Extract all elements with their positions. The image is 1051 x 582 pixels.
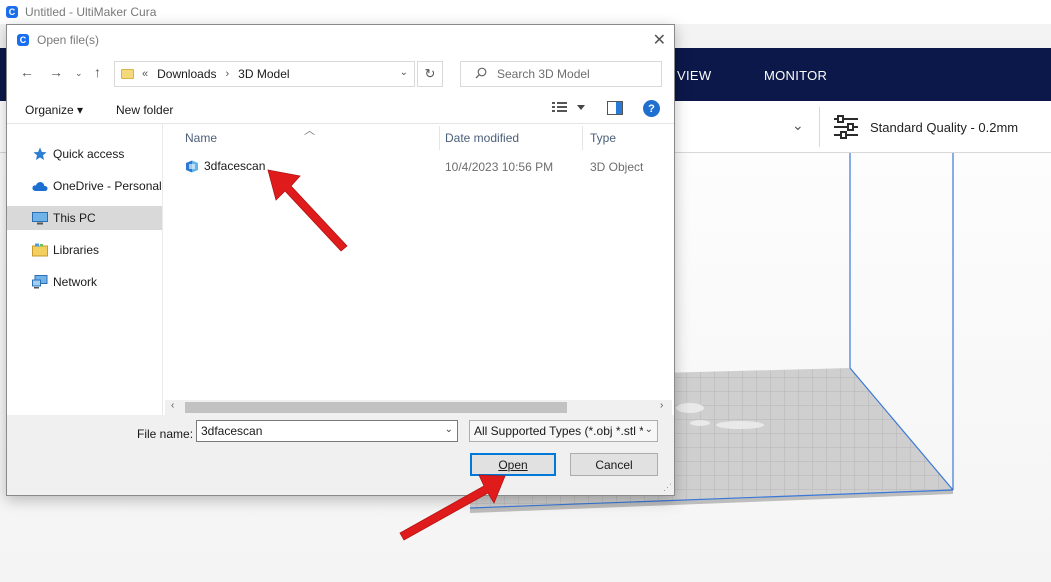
file-name-field[interactable]: 3dfacescan ⌄ [196,420,458,442]
close-icon[interactable]: ✕ [653,30,666,50]
cancel-button[interactable]: Cancel [570,453,658,476]
file-name-cell: 3dfacescan [185,159,265,173]
open-button-label: Open [498,457,528,472]
help-icon[interactable]: ? [643,100,660,117]
sidebar-item-label: Libraries [53,243,100,257]
app-window-title: Untitled - UltiMaker Cura [25,5,157,19]
dialog-footer: File name: 3dfacescan ⌄ All Supported Ty… [7,415,674,495]
breadcrumb-overflow[interactable]: « [142,68,148,80]
file-row[interactable]: 3dfacescan 10/4/2023 10:56 PM 3D Object [165,156,672,176]
column-header-name[interactable]: Name [185,131,217,145]
file-name-label: File name: [137,427,194,441]
computer-icon [32,211,48,225]
sidebar-item-label: This PC [53,211,96,225]
open-file-dialog: C Open file(s) ✕ ← → ⌄ ↑ « Downloads › 3… [6,24,675,496]
column-divider[interactable] [582,126,583,150]
refresh-button[interactable]: ↻ [417,61,443,87]
column-header-date[interactable]: Date modified [445,131,519,145]
file-type-dropdown-icon[interactable]: ⌄ [642,424,653,435]
cura-logo-icon: C [6,6,18,18]
dialog-title: Open file(s) [37,32,100,47]
sidebar-item-libraries[interactable]: Libraries [7,238,162,262]
printer-dropdown-chevron-icon[interactable]: ⌄ [792,117,804,134]
scroll-right-arrow-icon[interactable]: › [660,400,663,411]
sidebar-item-label: Quick access [53,147,125,161]
recent-locations-chevron-icon[interactable]: ⌄ [75,68,83,79]
scroll-left-arrow-icon[interactable]: ‹ [171,400,174,411]
folder-icon [121,69,134,79]
address-row: ← → ⌄ ↑ « Downloads › 3D Model ⌄ ↻ Searc… [7,54,674,94]
libraries-icon [32,243,48,257]
scrollbar-thumb[interactable] [185,402,567,413]
breadcrumb-separator[interactable]: › [226,68,230,80]
file-name: 3dfacescan [204,159,266,173]
dialog-titlebar[interactable]: C Open file(s) ✕ [7,25,674,54]
address-bar[interactable]: « Downloads › 3D Model ⌄ [114,61,415,87]
address-dropdown-icon[interactable]: ⌄ [400,67,408,78]
column-header-type[interactable]: Type [590,131,616,145]
navigation-pane: Quick access OneDrive - Personal This PC… [7,124,163,415]
new-folder-button[interactable]: New folder [116,103,173,117]
breadcrumb-3d-model[interactable]: 3D Model [238,67,289,81]
file-name-value: 3dfacescan [201,424,263,438]
print-quality-label[interactable]: Standard Quality - 0.2mm [870,120,1018,135]
organize-menu-button[interactable]: Organize ▾ [25,103,83,117]
search-icon [475,67,487,82]
sort-ascending-icon: ︿ [304,125,315,137]
sidebar-item-network[interactable]: Network [7,270,162,294]
file-list: ︿ Name Date modified Type 3dfacescan 10/… [165,124,672,400]
file-type-value: All Supported Types (*.obj *.stl * [474,424,644,438]
sidebar-item-label: OneDrive - Personal [53,179,162,193]
preview-pane-icon[interactable] [607,101,623,118]
cura-logo-icon: C [17,33,29,46]
sidebar-item-onedrive[interactable]: OneDrive - Personal [7,174,162,198]
file-type: 3D Object [590,160,644,174]
cancel-button-label: Cancel [595,457,633,472]
tab-monitor[interactable]: MONITOR [764,68,827,83]
breadcrumb-downloads[interactable]: Downloads [157,67,216,81]
search-placeholder: Search 3D Model [497,67,590,81]
view-options-icon[interactable] [552,100,588,117]
network-icon [32,275,48,289]
tab-preview[interactable]: VIEW [677,68,711,83]
search-input[interactable]: Search 3D Model [460,61,662,87]
forward-arrow-icon[interactable]: → [49,64,63,80]
refresh-icon: ↻ [424,66,436,81]
sidebar-item-quick-access[interactable]: Quick access [7,142,162,166]
file-name-dropdown-icon[interactable]: ⌄ [445,424,453,435]
print-settings-sliders-icon[interactable] [833,115,859,142]
horizontal-scrollbar[interactable]: ‹ › [165,400,672,415]
star-icon [32,147,48,161]
up-arrow-icon[interactable]: ↑ [94,64,101,80]
column-divider[interactable] [439,126,440,150]
dialog-body: Quick access OneDrive - Personal This PC… [7,124,674,415]
file-type-select[interactable]: All Supported Types (*.obj *.stl * ⌄ [469,420,658,442]
command-bar: Organize ▾ New folder ? [7,94,674,124]
file-date: 10/4/2023 10:56 PM [445,160,554,174]
sidebar-item-this-pc[interactable]: This PC [7,206,162,230]
back-arrow-icon[interactable]: ← [20,64,34,80]
cloud-icon [32,181,48,192]
open-button[interactable]: Open [470,453,556,476]
toolbar-divider [819,107,820,147]
sidebar-item-label: Network [53,275,98,289]
resize-grip-icon[interactable]: ⋰ [663,482,672,493]
3d-object-icon [185,160,199,173]
app-titlebar: C Untitled - UltiMaker Cura [0,0,1051,24]
